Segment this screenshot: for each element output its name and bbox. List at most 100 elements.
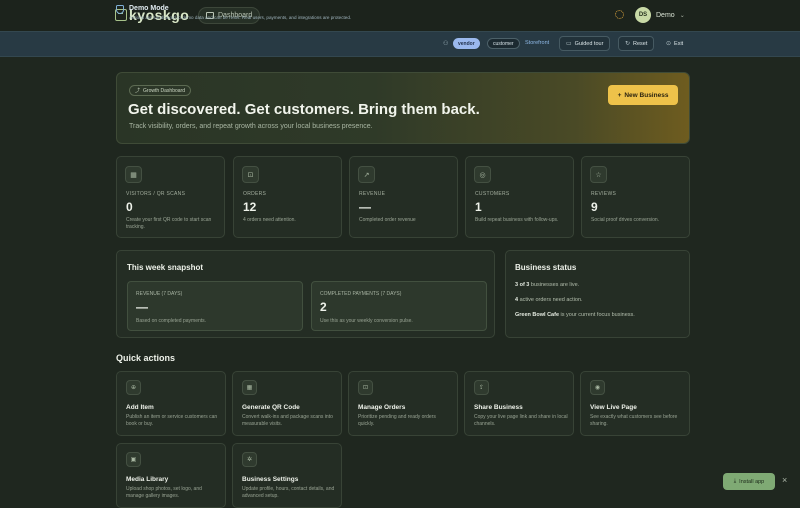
quick-action-desc: Update profile, hours, contact details, … [242, 486, 335, 499]
hero-title: Get discovered. Get customers. Bring the… [128, 101, 480, 118]
quick-action-desc: Upload shop photos, set logo, and manage… [126, 486, 202, 499]
payments-7d-note: Use this as your weekly conversion pulse… [320, 318, 413, 324]
revenue-7d-card: REVENUE (7 DAYS) — Based on completed pa… [127, 281, 303, 331]
orders-icon: ⊡ [358, 380, 373, 395]
stat-label: CUSTOMERS [475, 191, 510, 197]
share-icon: ⇪ [474, 380, 489, 395]
quick-action-title: Add Item [126, 404, 154, 411]
role-customer-button[interactable]: customer [487, 38, 520, 49]
status-line-focus: Green Bowl Cafe is your current focus bu… [515, 312, 635, 318]
user-menu[interactable]: DS Demo ⌄ [635, 7, 685, 23]
qr-code-icon: ▦ [242, 380, 257, 395]
quick-action-title: Manage Orders [358, 404, 406, 411]
stat-label: REVENUE [359, 191, 386, 197]
stat-note: Build repeat business with follow-ups. [475, 217, 559, 223]
quick-action-desc: Prioritize pending and ready orders quic… [358, 414, 436, 427]
growth-icon: ⤴ [135, 88, 141, 94]
stat-label: ORDERS [243, 191, 267, 197]
quick-action-add-item[interactable]: ⊕ Add Item Publish an item or service cu… [116, 371, 226, 436]
exit-button[interactable]: ⊙ Exit [660, 36, 689, 51]
role-vendor-button[interactable]: vendor [453, 38, 480, 49]
quick-action-title: View Live Page [590, 404, 637, 411]
orders-text: active orders need action. [518, 297, 583, 303]
globe-icon: ◉ [590, 380, 605, 395]
guided-tour-button[interactable]: ▭ Guided tour [559, 36, 611, 51]
exit-icon: ⊙ [666, 41, 672, 47]
revenue-7d-note: Based on completed payments. [136, 318, 207, 324]
quick-action-desc: See exactly what customers see before sh… [590, 414, 678, 427]
snapshot-title: This week snapshot [127, 263, 204, 272]
payments-7d-card: COMPLETED PAYMENTS (7 DAYS) 2 Use this a… [311, 281, 487, 331]
trend-icon: ↗ [358, 166, 375, 183]
cart-icon: ⊡ [242, 166, 259, 183]
new-business-label: New Business [624, 91, 669, 99]
live-text: businesses are live. [529, 282, 580, 288]
revenue-7d-label: REVENUE (7 DAYS) [136, 291, 183, 297]
demo-subtitle: Actions are sandboxed to demo data and c… [129, 15, 352, 20]
quick-action-title: Media Library [126, 476, 169, 483]
qr-icon: ▦ [125, 166, 142, 183]
quick-action-desc: Publish an item or service customers can… [126, 414, 218, 427]
business-status-card: Business status 3 of 3 businesses are li… [505, 250, 690, 338]
quick-action-media-library[interactable]: ▣ Media Library Upload shop photos, set … [116, 443, 226, 508]
new-business-button[interactable]: + New Business [608, 85, 678, 105]
storefront-link[interactable]: Storefront [525, 40, 549, 46]
image-icon: ▣ [126, 452, 141, 467]
exit-label: Exit [674, 40, 684, 47]
stat-note: Social proof drives conversion. [591, 217, 660, 223]
stat-value: 0 [126, 200, 133, 214]
add-item-icon: ⊕ [126, 380, 141, 395]
stat-note: Create your first QR code to start scan … [126, 217, 212, 230]
stat-card-customers: ◎ CUSTOMERS 1 Build repeat business with… [465, 156, 574, 238]
quick-action-business-settings[interactable]: ✲ Business Settings Update profile, hour… [232, 443, 342, 508]
business-status-title: Business status [515, 263, 577, 272]
stat-label: VISITORS / QR SCANS [126, 191, 186, 197]
tour-icon: ▭ [566, 41, 572, 47]
badge-label: Growth Dashboard [143, 87, 185, 94]
growth-dashboard-badge: ⤴ Growth Dashboard [129, 85, 191, 96]
payments-7d-label: COMPLETED PAYMENTS (7 DAYS) [320, 291, 402, 297]
week-snapshot-card: This week snapshot REVENUE (7 DAYS) — Ba… [116, 250, 495, 338]
live-count: 3 of 3 [515, 282, 530, 288]
focus-text: is your current focus business. [559, 312, 635, 318]
chevron-down-icon: ⌄ [679, 12, 685, 19]
focus-business: Green Bowl Cafe [515, 312, 560, 318]
quick-action-title: Business Settings [242, 476, 299, 483]
quick-action-share-business[interactable]: ⇪ Share Business Copy your live page lin… [464, 371, 574, 436]
stat-value: 12 [243, 200, 257, 214]
user-name: Demo [656, 11, 675, 19]
settings-icon: ✲ [242, 452, 257, 467]
install-app-button[interactable]: ⤓ Install app [723, 473, 775, 490]
stat-value: — [359, 200, 371, 214]
hero-subtitle: Track visibility, orders, and repeat gro… [129, 123, 373, 130]
stat-card-visitors: ▦ VISITORS / QR SCANS 0 Create your firs… [116, 156, 225, 238]
users-icon: ◎ [474, 166, 491, 183]
payments-7d-value: 2 [320, 300, 327, 314]
shield-icon [116, 5, 124, 14]
quick-action-desc: Convert walk-ins and package scans into … [242, 414, 333, 427]
reset-label: Reset [633, 40, 648, 47]
role-icon: ⚇ [443, 41, 449, 47]
stat-card-orders: ⊡ ORDERS 12 4 orders need attention. [233, 156, 342, 238]
stat-label: REVIEWS [591, 191, 617, 197]
reset-button[interactable]: ↻ Reset [618, 36, 655, 51]
close-icon[interactable]: × [782, 475, 787, 485]
plus-icon: + [617, 91, 622, 99]
stat-value: 1 [475, 200, 482, 214]
stat-card-revenue: ↗ REVENUE — Completed order revenue [349, 156, 458, 238]
status-line-orders: 4 active orders need action. [515, 297, 583, 303]
quick-action-generate-qr[interactable]: ▦ Generate QR Code Convert walk-ins and … [232, 371, 342, 436]
quick-action-manage-orders[interactable]: ⊡ Manage Orders Prioritize pending and r… [348, 371, 458, 436]
status-line-live: 3 of 3 businesses are live. [515, 282, 579, 288]
download-icon: ⤓ [733, 478, 737, 484]
quick-actions-title: Quick actions [116, 353, 176, 363]
theme-toggle-icon[interactable] [615, 10, 624, 19]
avatar: DS [635, 7, 651, 23]
install-label: Install app [739, 478, 765, 485]
guided-tour-label: Guided tour [574, 40, 604, 47]
reset-icon: ↻ [625, 41, 631, 47]
quick-action-view-live-page[interactable]: ◉ View Live Page See exactly what custom… [580, 371, 690, 436]
demo-title: Demo Mode [129, 5, 169, 12]
quick-action-title: Generate QR Code [242, 404, 300, 411]
stat-note: Completed order revenue [359, 217, 416, 223]
